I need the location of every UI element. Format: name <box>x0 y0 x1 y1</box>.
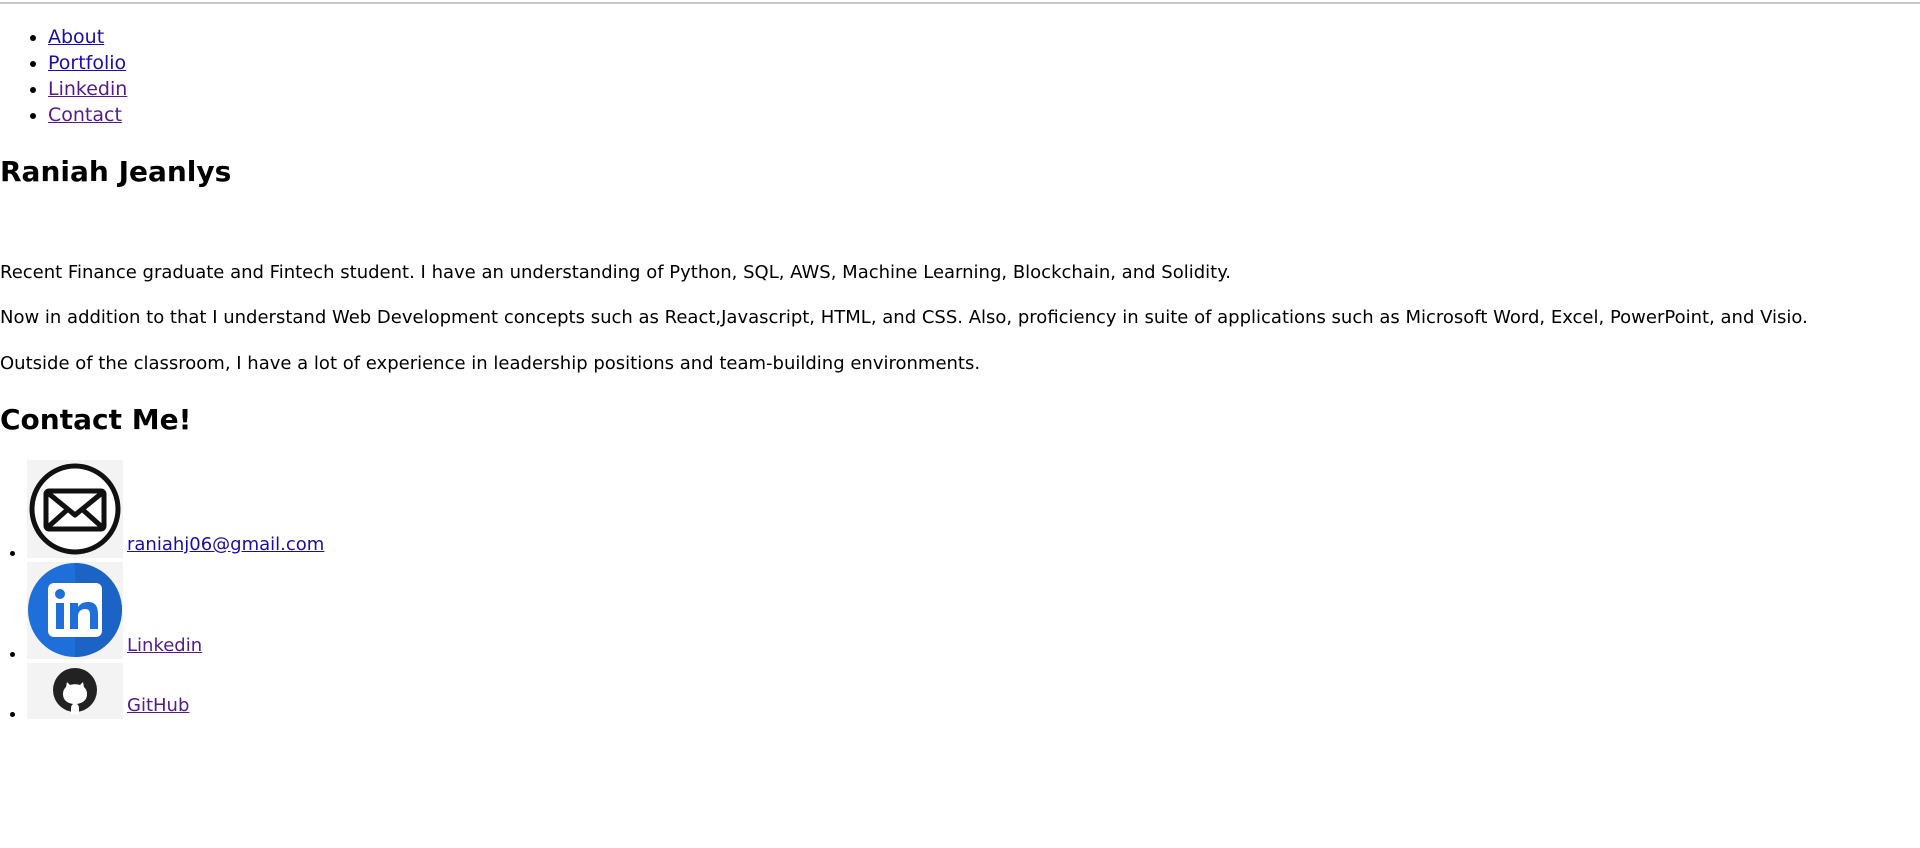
github-label: GitHub <box>127 695 190 716</box>
nav-item-about: About <box>48 24 127 50</box>
email-link[interactable]: raniahj06@gmail.com <box>27 460 324 558</box>
nav-link-about[interactable]: About <box>48 26 104 48</box>
github-icon <box>27 663 123 719</box>
contact-item-email: raniahj06@gmail.com <box>27 460 324 562</box>
bio-paragraph-3: Outside of the classroom, I have a lot o… <box>0 353 981 374</box>
contact-item-linkedin: Linkedin <box>27 562 324 663</box>
contact-heading: Contact Me! <box>0 403 192 436</box>
linkedin-label: Linkedin <box>127 635 203 656</box>
bio-paragraph-1: Recent Finance graduate and Fintech stud… <box>0 262 1232 283</box>
github-link[interactable]: GitHub <box>27 663 189 719</box>
contact-list: raniahj06@gmail.com Linkedin <box>0 460 324 723</box>
nav-item-linkedin: Linkedin <box>48 76 127 102</box>
nav-item-contact: Contact <box>48 102 127 128</box>
page-title: Raniah Jeanlys <box>0 155 232 188</box>
envelope-icon <box>27 460 123 558</box>
linkedin-icon <box>27 562 123 659</box>
linkedin-link[interactable]: Linkedin <box>27 562 202 659</box>
email-label: raniahj06@gmail.com <box>127 534 325 555</box>
top-nav: About Portfolio Linkedin Contact <box>0 24 127 128</box>
nav-link-contact[interactable]: Contact <box>48 104 122 126</box>
nav-link-portfolio[interactable]: Portfolio <box>48 52 126 74</box>
contact-item-github: GitHub <box>27 663 324 723</box>
top-divider <box>0 2 1920 4</box>
bio-paragraph-2: Now in addition to that I understand Web… <box>0 307 1808 328</box>
nav-item-portfolio: Portfolio <box>48 50 127 76</box>
nav-link-linkedin[interactable]: Linkedin <box>48 78 127 100</box>
